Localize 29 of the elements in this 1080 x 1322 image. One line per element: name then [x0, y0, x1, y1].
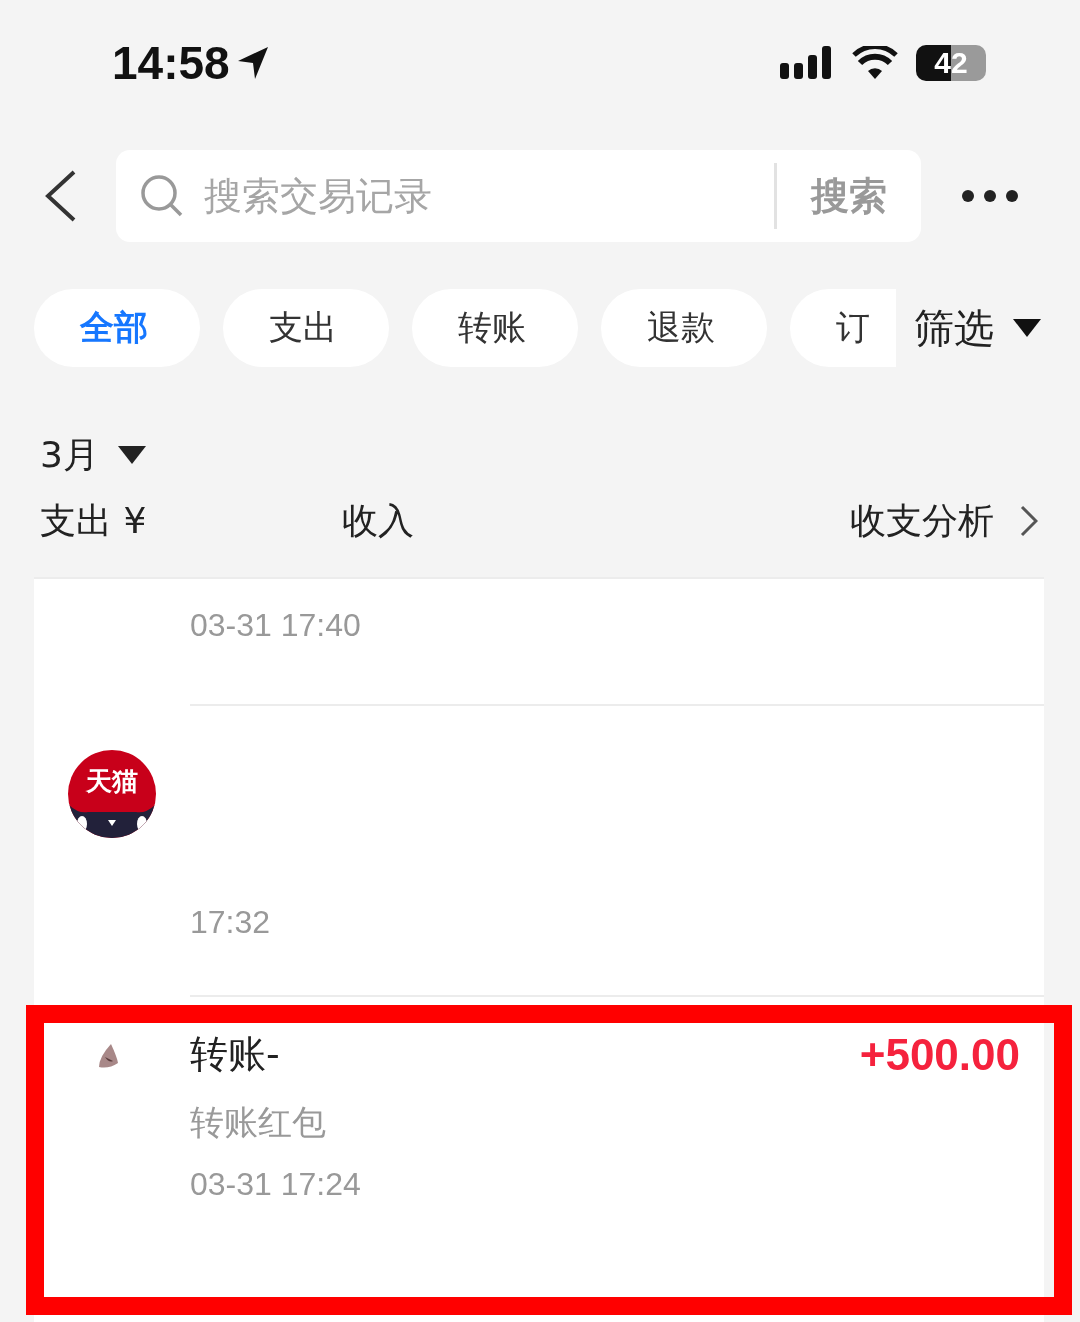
shop-logo-icon: 天猫	[68, 750, 156, 838]
record-time: 03-31 17:24	[190, 1166, 362, 1203]
filter-chip[interactable]: 支出	[223, 289, 389, 367]
filter-chip[interactable]: 转账	[412, 289, 578, 367]
search-icon	[140, 174, 184, 218]
back-icon[interactable]	[44, 170, 78, 222]
filter-chip[interactable]: 全部	[34, 289, 200, 367]
record-title: 转账-	[190, 1031, 280, 1078]
month-selector[interactable]: 3月	[40, 433, 147, 477]
filter-chip[interactable]: 订	[790, 289, 896, 367]
record-time: 03-31 17:40	[190, 607, 362, 644]
record-amount: +500.00	[859, 1029, 1020, 1080]
avatar-icon	[97, 1043, 119, 1069]
more-icon[interactable]	[961, 189, 1019, 203]
search-input[interactable]: 搜索交易记录	[202, 173, 756, 219]
transaction-record[interactable]: 天猫 17:32	[34, 706, 1044, 997]
caret-icon	[116, 445, 147, 465]
wifi-icon	[852, 46, 898, 80]
record-time: 17:32	[190, 904, 272, 941]
expense-total: 支出 ¥	[40, 498, 148, 543]
chevron-right-icon	[1020, 505, 1038, 537]
transaction-record[interactable]: 转账- +500.00 转账红包 03-31 17:24	[44, 1023, 1054, 1297]
caret-icon	[1012, 318, 1042, 338]
filter-chip[interactable]: 退款	[601, 289, 767, 367]
signal-icon	[780, 45, 834, 81]
analysis-link[interactable]: 收支分析	[850, 496, 1038, 546]
record-subtitle: 转账红包	[190, 1101, 327, 1144]
status-time: 14:58	[112, 36, 230, 90]
income-total: 收入	[342, 498, 414, 543]
